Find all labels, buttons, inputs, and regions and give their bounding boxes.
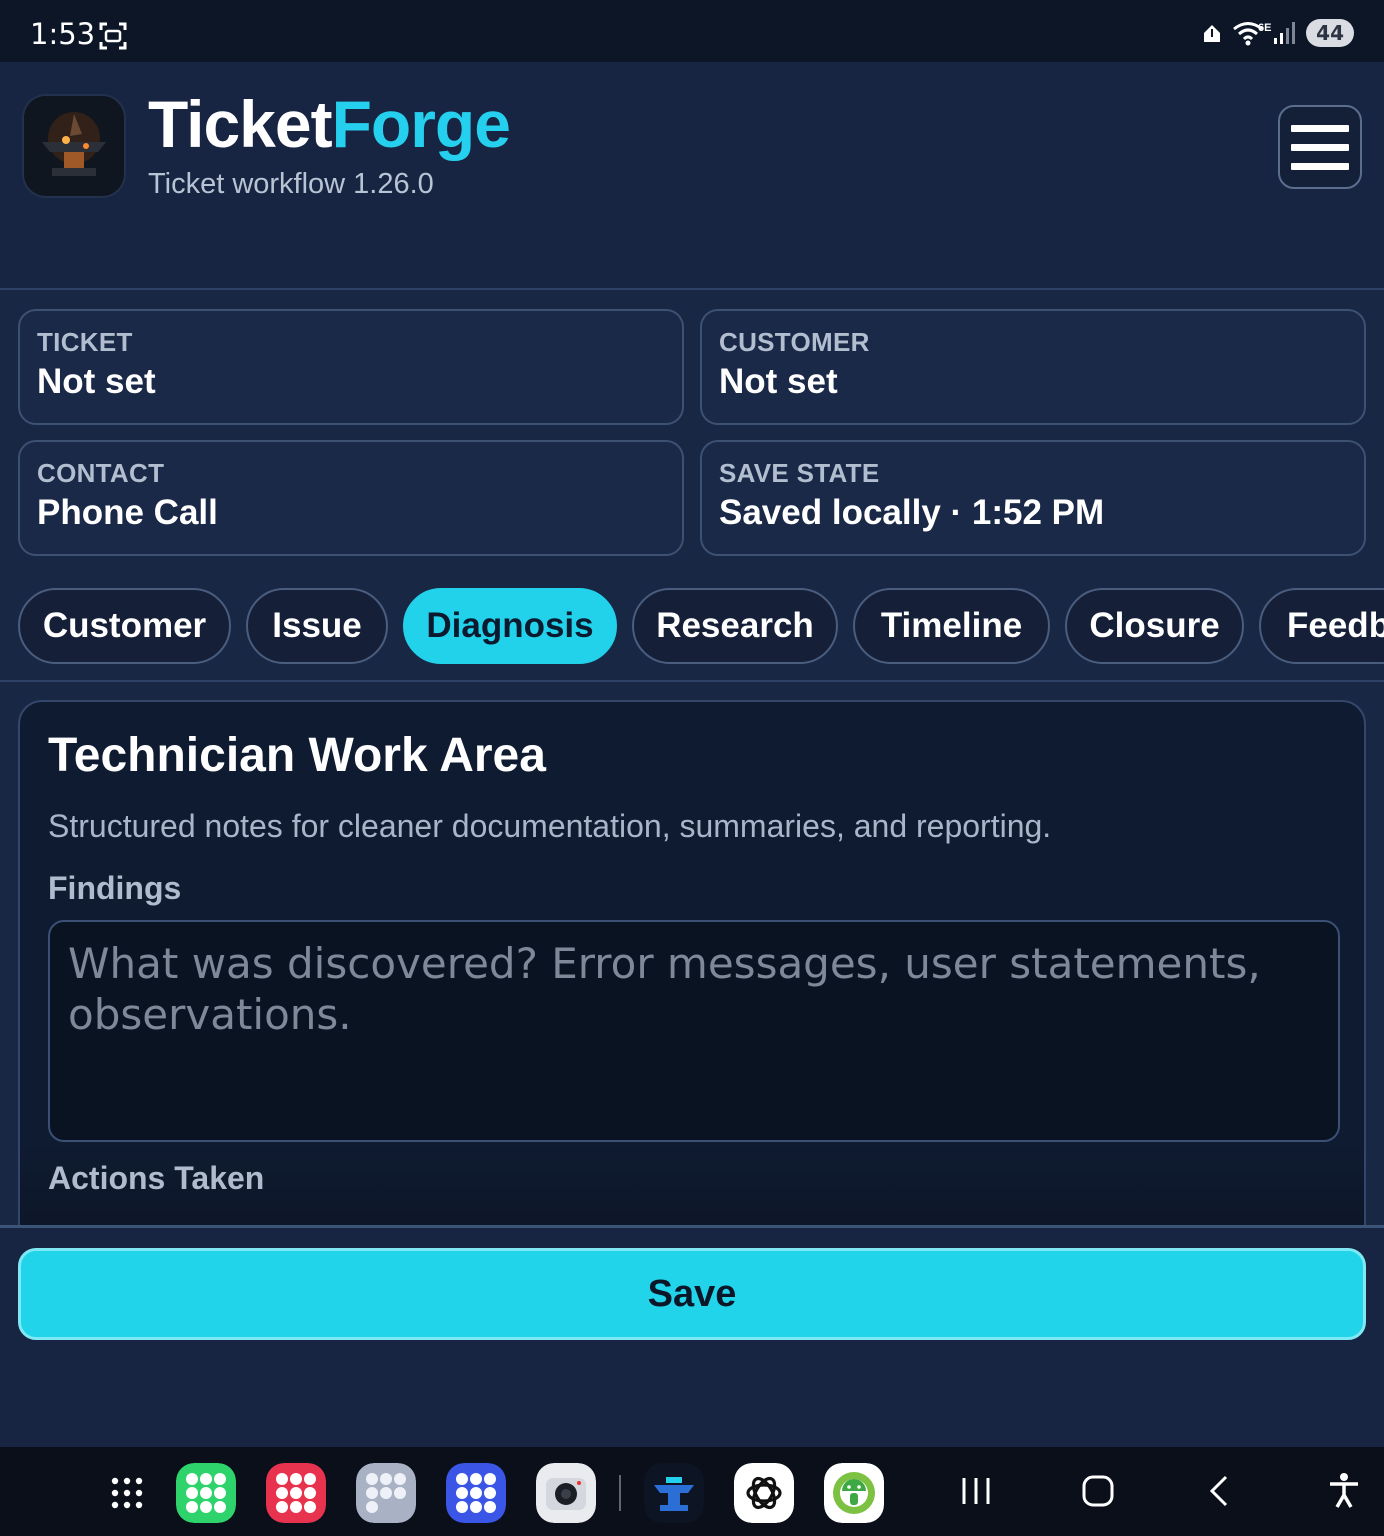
chatgpt-icon[interactable] — [734, 1463, 794, 1523]
tab-closure[interactable]: Closure — [1065, 588, 1244, 664]
network-type-label: 6E — [1258, 22, 1272, 34]
technician-work-panel: Technician Work Area Structured notes fo… — [18, 700, 1366, 1260]
app-title-part1: Ticket — [148, 87, 333, 161]
ticket-value: Not set — [37, 362, 156, 401]
menu-icon-line — [1291, 143, 1349, 151]
app-drawer-icon[interactable] — [100, 1463, 154, 1523]
ticket-label: TICKET — [37, 327, 133, 357]
app-title: TicketForge — [148, 84, 511, 164]
save-button[interactable]: Save — [18, 1248, 1366, 1340]
signal-icon — [1274, 22, 1296, 44]
cloud-upload-icon — [1204, 25, 1221, 42]
save-state-label: SAVE STATE — [719, 458, 880, 488]
tab-research[interactable]: Research — [632, 588, 838, 664]
tab-customer[interactable]: Customer — [18, 588, 231, 664]
contact-label: CONTACT — [37, 458, 165, 488]
app-title-part2: Forge — [331, 87, 511, 161]
dock-divider — [619, 1475, 621, 1511]
camera-icon[interactable] — [536, 1463, 596, 1523]
taskbar-dock — [0, 1447, 1384, 1536]
android-app-icon[interactable] — [824, 1463, 884, 1523]
battery-indicator: 44 — [1306, 19, 1354, 47]
findings-textarea[interactable]: What was discovered? Error messages, use… — [48, 920, 1340, 1142]
tab-diagnosis[interactable]: Diagnosis — [403, 588, 617, 664]
save-state-card: SAVE STATE Saved locally · 1:52 PM — [700, 440, 1366, 556]
utilities-folder-icon[interactable] — [356, 1463, 416, 1523]
app-version-subtitle: Ticket workflow 1.26.0 — [148, 168, 434, 200]
contact-value: Phone Call — [37, 493, 218, 532]
hamburger-menu-button[interactable] — [1278, 105, 1362, 189]
contact-card: CONTACT Phone Call — [18, 440, 684, 556]
section-tabs: Customer Issue Diagnosis Research Timeli… — [0, 578, 1384, 682]
red-apps-folder-icon[interactable] — [266, 1463, 326, 1523]
customer-card: CUSTOMER Not set — [700, 309, 1366, 425]
panel-description: Structured notes for cleaner documentati… — [48, 808, 1052, 844]
menu-icon-line — [1291, 124, 1349, 132]
customer-value: Not set — [719, 362, 838, 401]
save-state-value: Saved locally · 1:52 PM — [719, 493, 1105, 532]
tab-issue[interactable]: Issue — [246, 588, 388, 664]
google-apps-folder-icon[interactable] — [176, 1463, 236, 1523]
recents-icon[interactable] — [954, 1469, 998, 1513]
social-apps-folder-icon[interactable] — [446, 1463, 506, 1523]
accessibility-icon[interactable] — [1322, 1469, 1366, 1513]
menu-icon-line — [1291, 162, 1349, 170]
ticket-card: TICKET Not set — [18, 309, 684, 425]
status-time: 1:53 — [30, 17, 96, 51]
tab-feedback[interactable]: Feedb — [1259, 588, 1384, 664]
customer-label: CUSTOMER — [719, 327, 870, 357]
panel-title: Technician Work Area — [48, 729, 546, 782]
home-icon[interactable] — [1076, 1469, 1120, 1513]
status-bar: 1:53 44 6E — [0, 0, 1384, 62]
tab-timeline[interactable]: Timeline — [853, 588, 1050, 664]
findings-label: Findings — [48, 870, 182, 906]
app-logo-icon — [24, 96, 124, 196]
ticketforge-app-icon[interactable] — [644, 1463, 704, 1523]
actions-taken-label: Actions Taken — [48, 1160, 265, 1196]
back-icon[interactable] — [1198, 1469, 1242, 1513]
screenshot-icon — [99, 22, 127, 50]
